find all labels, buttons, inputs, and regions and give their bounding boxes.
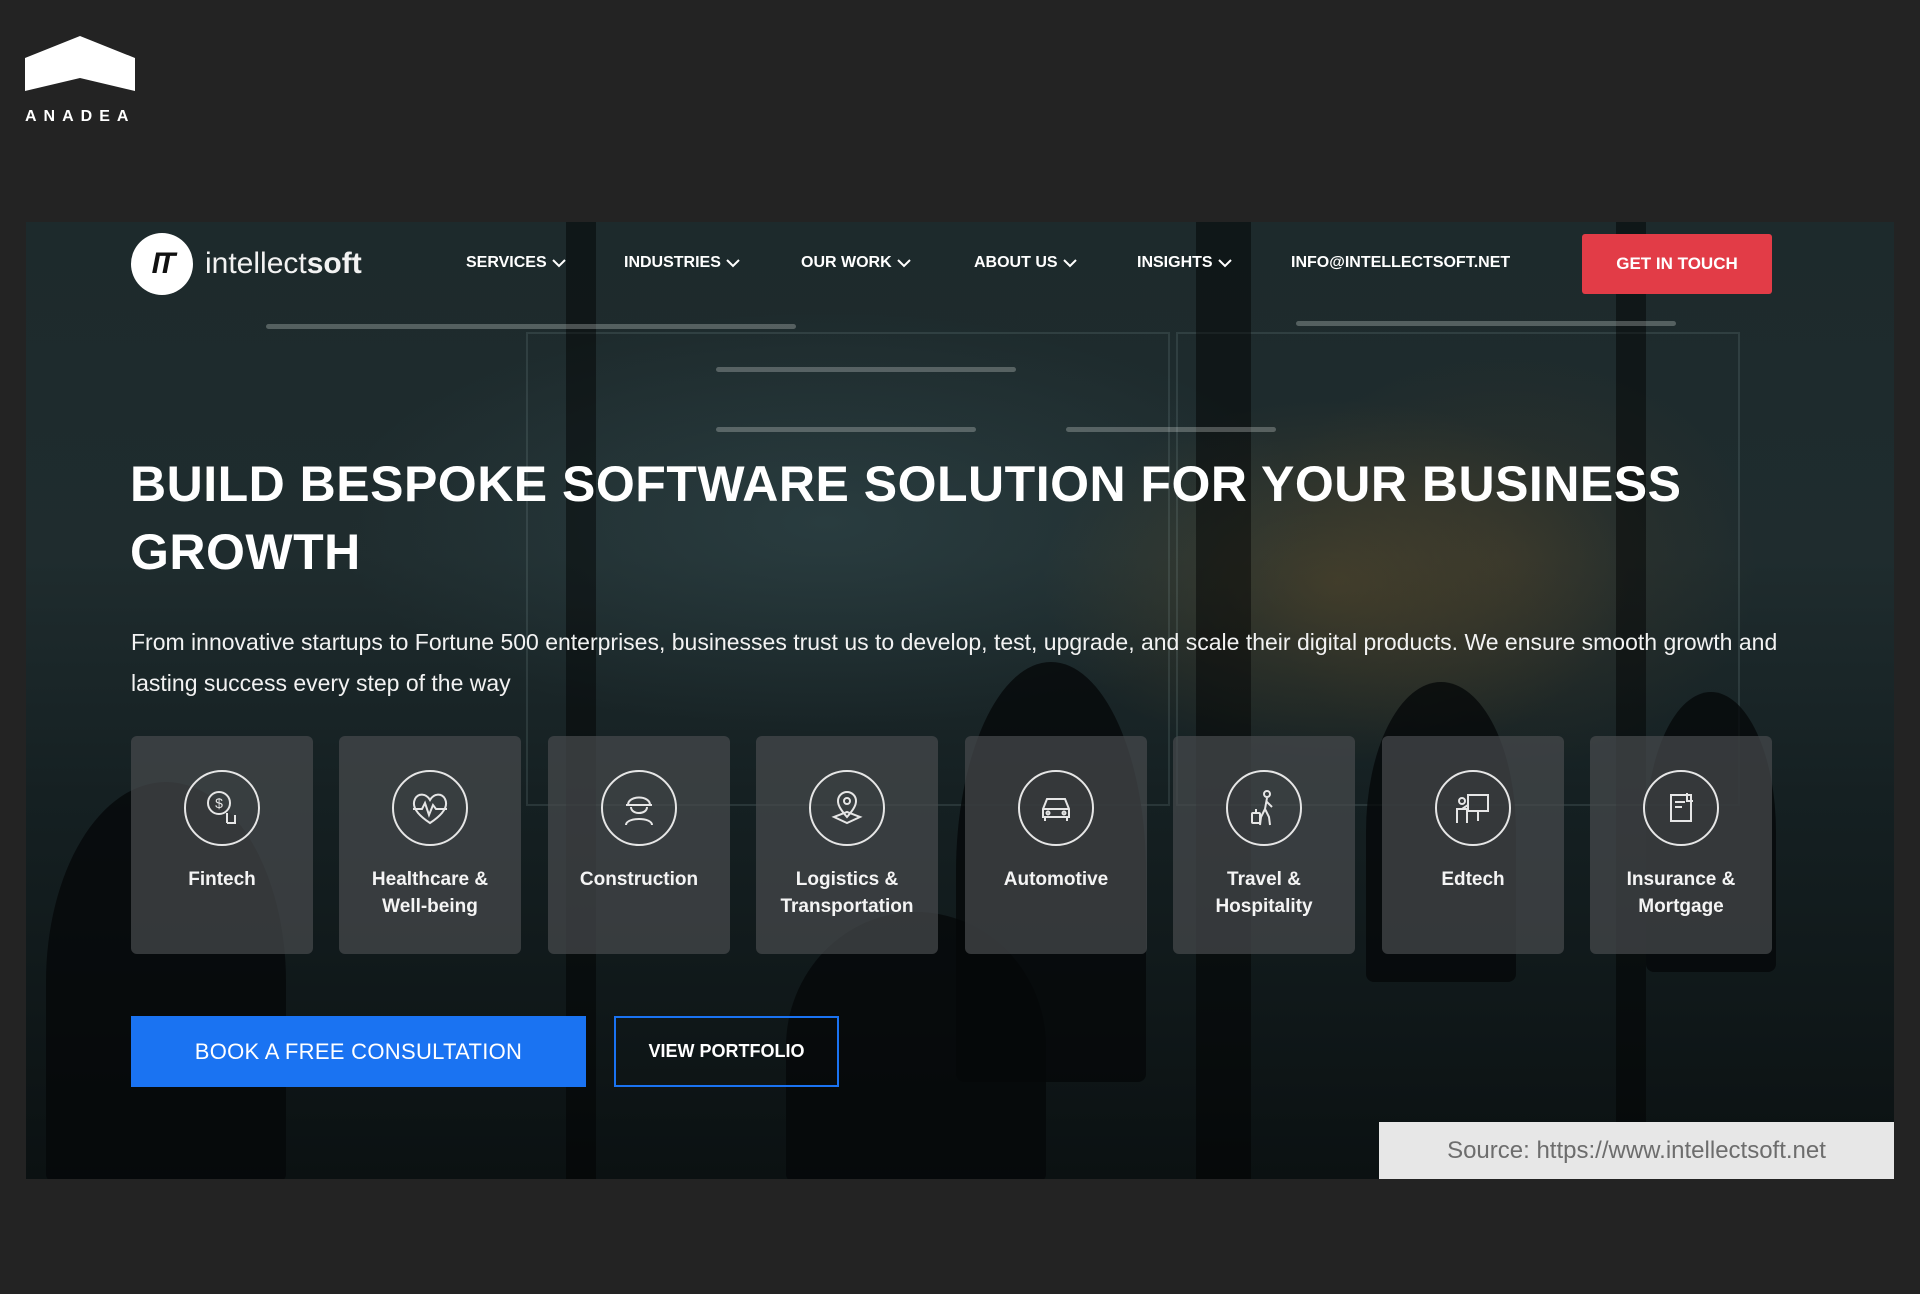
chevron-down-icon [726,259,740,268]
industry-card-logistics[interactable]: Logistics & Transportation [756,736,938,954]
ceiling-light [716,367,1016,372]
anadea-logo: ANADEA [25,36,137,131]
nav-insights[interactable]: INSIGHTS [1137,254,1232,272]
chevron-down-icon [1062,259,1077,268]
industry-label: Logistics & Transportation [780,869,914,917]
anadea-wordmark: ANADEA [25,108,136,125]
industry-card-construction[interactable]: Construction [548,736,730,954]
industry-card-automotive[interactable]: Automotive [965,736,1147,954]
nav-industries[interactable]: INDUSTRIES [624,254,740,272]
nav-email-link[interactable]: INFO@INTELLECTSOFT.NET [1291,254,1510,272]
svg-text:$: $ [215,795,223,811]
industry-label: Fintech [188,869,256,890]
traveler-luggage-icon [1226,770,1302,846]
industry-card-insurance[interactable]: Insurance & Mortgage [1590,736,1772,954]
industry-label: Healthcare & Well-being [371,869,489,917]
fintech-dollar-icon: $ [184,770,260,846]
industry-label: Construction [579,869,699,890]
hard-hat-worker-icon [601,770,677,846]
industry-label: Insurance & Mortgage [1626,869,1736,917]
industry-card-healthcare[interactable]: Healthcare & Well-being [339,736,521,954]
chevron-down-icon [896,259,911,268]
ceiling-light [266,324,796,329]
website-screenshot: IT intellectsoft SERVICES INDUSTRIES OUR… [26,222,1894,1179]
intellectsoft-logo[interactable]: IT intellectsoft [131,232,362,296]
industry-label: Travel & Hospitality [1215,869,1313,917]
intellectsoft-badge-icon: IT [131,233,193,295]
industry-label: Automotive [1003,869,1109,890]
industry-label: Edtech [1441,869,1505,890]
nav-our-work[interactable]: OUR WORK [801,254,911,272]
nav-about-us[interactable]: ABOUT US [974,254,1077,272]
view-portfolio-button[interactable]: VIEW PORTFOLIO [614,1016,839,1087]
chevron-down-icon [1217,259,1232,268]
industry-card-edtech[interactable]: Edtech [1382,736,1564,954]
brand-name: intellectsoft [205,247,362,280]
chevron-down-icon [551,259,566,268]
get-in-touch-button[interactable]: GET IN TOUCH [1582,234,1772,294]
ceiling-light [1296,321,1676,326]
ceiling-light [716,427,976,432]
hero-subtext: From innovative startups to Fortune 500 … [131,629,1778,696]
nav-services[interactable]: SERVICES [466,254,566,272]
heart-pulse-icon [392,770,468,846]
teacher-board-icon [1435,770,1511,846]
source-caption: Source: https://www.intellectsoft.net [1379,1122,1894,1179]
car-icon [1018,770,1094,846]
hero-headline: BUILD BESPOKE SOFTWARE SOLUTION FOR YOUR… [130,456,1682,580]
map-pin-icon [809,770,885,846]
ceiling-light [1066,427,1276,432]
anadea-house-icon [25,36,135,91]
document-icon [1643,770,1719,846]
industry-card-travel[interactable]: Travel & Hospitality [1173,736,1355,954]
industry-card-fintech[interactable]: $ Fintech [131,736,313,954]
book-consultation-button[interactable]: BOOK A FREE CONSULTATION [131,1016,586,1087]
